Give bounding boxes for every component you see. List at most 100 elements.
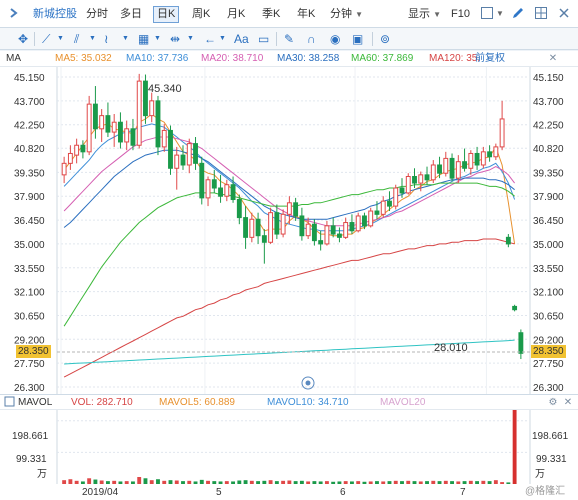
visibility-toggle-icon[interactable]: ⊚ [380, 31, 390, 47]
price-tick-right: 37.900 [533, 192, 564, 203]
tab-multi-day[interactable]: 多日 [120, 6, 142, 23]
volume-bar [349, 481, 354, 484]
time-label-may: 5 [216, 487, 222, 498]
tab-monthly-k[interactable]: 月K [227, 6, 245, 23]
volume-bar [293, 481, 298, 484]
tab-minutes-label: 分钟 [330, 8, 352, 20]
lock-icon[interactable]: ▣ [352, 31, 363, 47]
volume-bar [512, 410, 517, 484]
range-tool-dropdown-icon[interactable]: ▼ [187, 31, 194, 47]
checkbox-icon[interactable] [480, 6, 496, 22]
fibonacci-tool-dropdown-icon[interactable]: ▼ [154, 31, 161, 47]
candle [155, 95, 161, 156]
tab-daily-k[interactable]: 日K [153, 6, 180, 23]
time-axis: 2019/04 5 6 7 [0, 484, 578, 500]
price-tick-right: 32.100 [533, 288, 564, 299]
tab-quarterly-k[interactable]: 季K [262, 6, 280, 23]
pen-icon[interactable]: ✎ [284, 31, 294, 47]
eye-icon[interactable]: ◉ [330, 31, 340, 47]
line-tool-dropdown-icon[interactable]: ▼ [57, 31, 64, 47]
candle [405, 173, 411, 195]
legend-ma120[interactable]: MA120: 35. [429, 53, 480, 65]
magnet-icon[interactable]: ∩ [307, 31, 316, 47]
volume-bar [393, 480, 398, 484]
watermark: @格隆汇 [525, 484, 565, 497]
display-dropdown[interactable]: 显示 ▼ [408, 6, 441, 23]
price-tick-left: 43.700 [14, 97, 45, 108]
f10-button[interactable]: F10 [451, 6, 470, 23]
adjust-mode-dropdown[interactable]: 前复权 [475, 53, 505, 65]
volume-bar [343, 481, 348, 484]
rectangle-tool-icon[interactable]: ▭ [258, 31, 269, 47]
arrow-tool-icon[interactable]: ← [204, 31, 216, 47]
chart-background [0, 67, 578, 394]
price-tick-right: 33.550 [533, 264, 564, 275]
tab-yearly-k[interactable]: 年K [297, 6, 315, 23]
stock-name[interactable]: 新城控股 [33, 6, 77, 23]
checkbox-icon[interactable] [4, 396, 15, 411]
tab-minutes-dropdown[interactable]: 分钟 ▼ [330, 6, 363, 23]
channel-tool-icon[interactable]: ⫽ [74, 31, 79, 47]
candle [168, 125, 173, 175]
volume-bar [162, 480, 167, 484]
tab-weekly-k[interactable]: 周K [192, 6, 210, 23]
legend-ma20[interactable]: MA20: 38.710 [201, 53, 263, 65]
volume-indicator-name[interactable]: MAVOL [18, 397, 52, 409]
volume-tick-right-1: 198.661 [532, 431, 569, 442]
volume-bar [412, 481, 417, 484]
volume-bar [74, 480, 79, 484]
tab-minute-line[interactable]: 分时 [86, 6, 108, 23]
volume-bar [231, 481, 236, 484]
price-tick-left: 42.250 [14, 121, 45, 132]
wave-tool-icon[interactable]: ≀ [104, 31, 109, 47]
text-tool-icon[interactable]: Aa [234, 31, 249, 47]
price-tick-left: 37.900 [14, 192, 45, 203]
volume-bar [143, 478, 148, 484]
volume-bar [268, 480, 273, 484]
close-icon[interactable]: ✕ [563, 398, 573, 408]
price-tick-right: 35.000 [533, 240, 564, 251]
range-tool-icon[interactable]: ⇹ [170, 31, 180, 47]
volume-bar [105, 481, 110, 484]
price-tick-left: 35.000 [14, 240, 45, 251]
price-tick-left: 45.150 [14, 73, 45, 84]
price-tick-left: 33.550 [14, 264, 45, 275]
chevron-down-icon: ▼ [355, 10, 363, 19]
volume-bar [212, 481, 217, 484]
legend-ma30[interactable]: MA30: 38.258 [277, 53, 339, 65]
volume-bar [131, 481, 135, 484]
volume-bar [218, 481, 223, 484]
legend-ma60[interactable]: MA60: 37.869 [351, 53, 413, 65]
volume-legend: MAVOL VOL: 282.710 MAVOL5: 60.889 MAVOL1… [0, 394, 578, 410]
volume-chart[interactable]: 198.661 198.661 99.331 99.331 万 万 2019/0… [0, 410, 578, 500]
legend-ma10[interactable]: MA10: 37.736 [126, 53, 188, 65]
close-icon[interactable]: ✕ [548, 54, 558, 64]
close-icon[interactable] [557, 6, 573, 22]
ma-label[interactable]: MA [6, 53, 21, 65]
price-tick-right: 26.300 [533, 383, 564, 394]
volume-bar [318, 481, 323, 484]
chevron-down-icon[interactable]: ▼ [496, 9, 512, 25]
menu-icon[interactable] [6, 6, 22, 22]
volume-bar [93, 479, 98, 484]
wave-tool-dropdown-icon[interactable]: ▼ [122, 31, 129, 47]
channel-tool-dropdown-icon[interactable]: ▼ [89, 31, 96, 47]
drawing-toolbar: ✥ ⟋ ▼ ⫽ ▼ ≀ ▼ ▦ ▼ ⇹ ▼ ← ▼ Aa ▭ ✎ ∩ ◉ ▣ ⊚ [0, 28, 578, 50]
volume-tick-right-2: 99.331 [536, 454, 567, 465]
crosshair-icon[interactable]: ✥ [18, 31, 28, 47]
volume-bar [174, 480, 179, 484]
price-chart[interactable]: 45.150 43.700 42.250 40.820 39.350 37.900 36.4… [0, 67, 578, 394]
settings-icon[interactable]: ⚙ [548, 398, 558, 408]
time-label-july: 7 [460, 487, 466, 498]
volume-bar [274, 481, 279, 484]
volume-bar [99, 480, 104, 484]
grid-icon[interactable] [534, 6, 550, 22]
line-tool-icon[interactable]: ⟋ [42, 31, 50, 47]
fibonacci-tool-icon[interactable]: ▦ [138, 31, 149, 47]
arrow-tool-dropdown-icon[interactable]: ▼ [219, 31, 226, 47]
volume-bar [149, 480, 154, 484]
legend-ma5[interactable]: MA5: 35.032 [55, 53, 112, 65]
edit-icon[interactable] [511, 6, 527, 22]
volume-bar [80, 481, 85, 484]
volume-tick-left-2: 99.331 [16, 454, 47, 465]
